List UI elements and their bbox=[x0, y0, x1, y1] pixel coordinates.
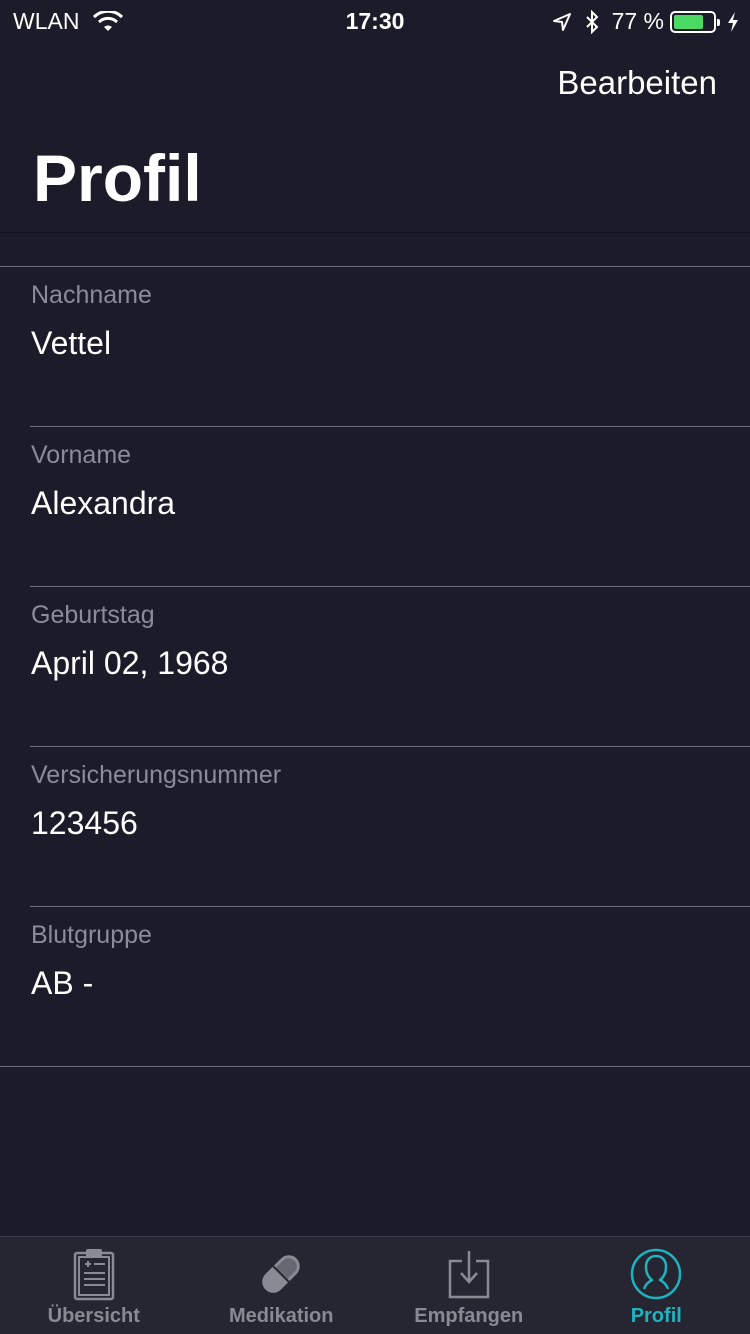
battery-fill bbox=[674, 14, 704, 29]
tab-label: Empfangen bbox=[414, 1305, 524, 1327]
person-icon bbox=[631, 1248, 682, 1300]
field-row-nachname[interactable]: Nachname Vettel bbox=[30, 267, 750, 427]
battery-icon bbox=[670, 10, 720, 33]
charging-bolt-icon bbox=[728, 11, 738, 32]
field-value: AB - bbox=[31, 965, 94, 1001]
clipboard-icon bbox=[73, 1249, 114, 1301]
tab-medikation[interactable]: Medikation bbox=[188, 1237, 376, 1334]
download-tray-icon bbox=[448, 1251, 489, 1299]
field-row-vorname[interactable]: Vorname Alexandra bbox=[30, 427, 750, 587]
field-row-versicherungsnummer[interactable]: Versicherungsnummer 123456 bbox=[30, 747, 750, 907]
field-value: April 02, 1968 bbox=[31, 645, 229, 681]
bluetooth-icon bbox=[585, 9, 598, 34]
profile-fields: Nachname Vettel Vorname Alexandra Geburt… bbox=[0, 266, 750, 1067]
tab-label: Übersicht bbox=[47, 1305, 140, 1327]
field-label: Nachname bbox=[31, 281, 152, 309]
field-label: Blutgruppe bbox=[31, 921, 152, 949]
edit-button[interactable]: Bearbeiten bbox=[557, 64, 717, 102]
tab-empfangen[interactable]: Empfangen bbox=[375, 1237, 563, 1334]
tab-uebersicht[interactable]: Übersicht bbox=[0, 1237, 188, 1334]
pill-icon bbox=[262, 1255, 301, 1293]
field-label: Geburtstag bbox=[31, 601, 155, 629]
tab-label: Medikation bbox=[229, 1305, 334, 1327]
navigation-bar: Bearbeiten Profil bbox=[0, 40, 750, 233]
page-title: Profil bbox=[33, 141, 202, 215]
tab-profil[interactable]: Profil bbox=[563, 1237, 750, 1334]
field-value: Alexandra bbox=[31, 485, 176, 521]
field-value: 123456 bbox=[31, 805, 138, 841]
field-row-blutgruppe[interactable]: Blutgruppe AB - bbox=[0, 907, 750, 1067]
battery-percent: 77 % bbox=[611, 8, 664, 34]
field-row-geburtstag[interactable]: Geburtstag April 02, 1968 bbox=[30, 587, 750, 747]
field-label: Vorname bbox=[31, 441, 132, 469]
tab-label: Profil bbox=[630, 1305, 682, 1327]
location-arrow-icon bbox=[552, 12, 571, 31]
status-bar: WLAN 17:30 77 % bbox=[0, 0, 750, 40]
status-right: 77 % bbox=[552, 8, 740, 35]
tab-bar: Übersicht Medikation Empfangen Profil bbox=[0, 1236, 750, 1334]
field-value: Vettel bbox=[31, 325, 112, 361]
field-label: Versicherungsnummer bbox=[31, 761, 282, 789]
